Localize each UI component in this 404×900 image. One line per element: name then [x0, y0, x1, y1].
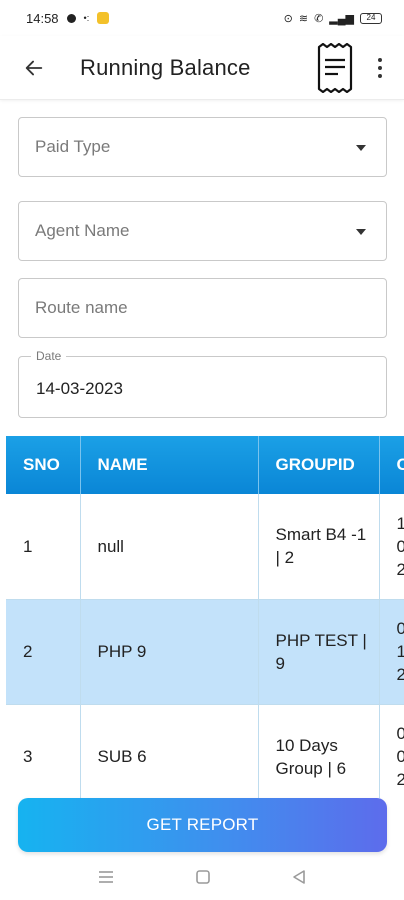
column-header-name: NAME	[80, 436, 259, 494]
table-row[interactable]: 1 null Smart B4 -1 | 2 1 0 2	[6, 494, 404, 600]
get-report-button[interactable]: GET REPORT	[18, 798, 387, 852]
wifi-icon: ≋	[298, 12, 309, 25]
app-notification-icon	[97, 12, 110, 24]
receipt-button[interactable]	[314, 42, 356, 94]
notification-icon: •:	[83, 13, 90, 23]
more-vertical-icon	[378, 58, 382, 62]
cell-groupid: Smart B4 -1 | 2	[258, 494, 380, 600]
status-time: 14:58	[26, 10, 59, 26]
square-icon[interactable]	[195, 869, 211, 885]
notification-icon	[66, 13, 76, 23]
route-name-placeholder: Route name	[35, 298, 128, 317]
cell-sno: 2	[6, 599, 81, 705]
arrow-left-icon	[25, 60, 43, 75]
report-table[interactable]: SNO NAME GROUPID C 1 null Smart B4 -1 | …	[6, 436, 404, 798]
call-icon: ✆	[314, 12, 324, 25]
back-button[interactable]	[18, 52, 50, 84]
cell-name: null	[80, 494, 259, 600]
table-row[interactable]: 3 SUB 6 10 Days Group | 6 0 0 2	[6, 704, 404, 798]
paid-type-dropdown[interactable]: Paid Type	[18, 117, 387, 177]
dropdown-arrow-icon	[356, 145, 366, 151]
menu-icon[interactable]	[98, 869, 114, 885]
table-row[interactable]: 2 PHP 9 PHP TEST | 9 0 1 2	[6, 599, 404, 705]
cell-groupid: PHP TEST | 9	[258, 599, 380, 705]
more-options-button[interactable]	[368, 52, 392, 84]
location-icon: ⊙	[283, 12, 293, 25]
paid-type-placeholder: Paid Type	[35, 137, 111, 156]
more-dot	[378, 74, 382, 78]
cell-col4: 0 0 2	[379, 704, 404, 798]
date-value: 14-03-2023	[36, 379, 123, 398]
column-header-4: C	[379, 436, 404, 494]
agent-name-placeholder: Agent Name	[35, 221, 130, 240]
signal-icon: ▂▄▆	[329, 12, 354, 25]
cell-sno: 3	[6, 704, 81, 798]
column-header-groupid: GROUPID	[258, 436, 380, 494]
cell-name: PHP 9	[80, 599, 259, 705]
dropdown-arrow-icon	[356, 229, 366, 235]
table-header: SNO NAME GROUPID C	[6, 436, 404, 494]
system-nav-bar	[0, 855, 404, 900]
receipt-icon	[317, 42, 353, 94]
date-label: Date	[31, 349, 67, 363]
agent-name-dropdown[interactable]: Agent Name	[18, 201, 387, 261]
page-title: Running Balance	[80, 54, 251, 80]
cell-sno: 1	[6, 494, 81, 600]
cell-name: SUB 6	[80, 704, 259, 798]
cell-col4: 0 1 2	[379, 599, 404, 705]
app-bar: Running Balance	[0, 36, 404, 100]
cell-col4: 1 0 2	[379, 494, 404, 600]
more-dot	[378, 66, 382, 70]
date-field[interactable]: Date 14-03-2023	[18, 349, 387, 418]
cell-groupid: 10 Days Group | 6	[258, 704, 380, 798]
triangle-back-icon[interactable]	[291, 869, 307, 885]
battery-icon: 24	[360, 12, 382, 24]
status-bar: 14:58 •: ⊙ ≋ ✆ ▂▄▆ 24	[0, 0, 404, 36]
column-header-sno: SNO	[6, 436, 81, 494]
route-name-input[interactable]: Route name	[18, 278, 387, 338]
